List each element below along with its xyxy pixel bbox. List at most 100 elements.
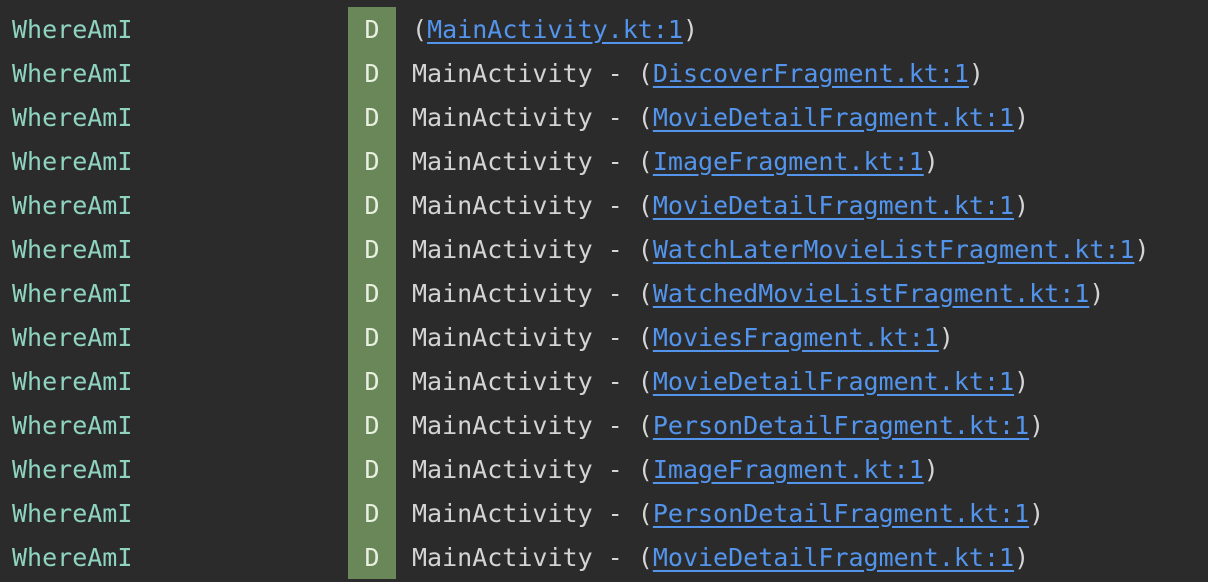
log-message-prefix: MainActivity -: [412, 58, 638, 88]
log-tag: WhereAmI: [12, 14, 133, 44]
log-row: WhereAmI D MainActivity - (MoviesFragmen…: [0, 315, 1208, 359]
log-message-prefix: MainActivity -: [412, 278, 638, 308]
log-message-prefix: MainActivity -: [412, 234, 638, 264]
close-paren: ): [923, 146, 939, 176]
log-tag: WhereAmI: [12, 454, 133, 484]
log-row: WhereAmI D MainActivity - (ImageFragment…: [0, 139, 1208, 183]
log-message-prefix: MainActivity -: [412, 542, 638, 572]
open-paren: (: [637, 542, 653, 572]
log-message-prefix: MainActivity -: [412, 322, 638, 352]
log-message: MainActivity - (MovieDetailFragment.kt:1…: [412, 543, 1029, 572]
log-message: MainActivity - (ImageFragment.kt:1): [412, 455, 939, 484]
log-level-badge: D: [348, 139, 396, 183]
open-paren: (: [637, 146, 653, 176]
close-paren: ): [938, 322, 954, 352]
log-level-badge: D: [348, 51, 396, 95]
log-message: MainActivity - (WatchLaterMovieListFragm…: [412, 235, 1150, 264]
log-level-badge: D: [348, 315, 396, 359]
open-paren: (: [637, 190, 653, 220]
log-message: MainActivity - (DiscoverFragment.kt:1): [412, 59, 984, 88]
close-paren: ): [1029, 410, 1045, 440]
log-tag: WhereAmI: [12, 542, 133, 572]
log-message: (MainActivity.kt:1): [412, 15, 698, 44]
log-message-prefix: MainActivity -: [412, 146, 638, 176]
source-link[interactable]: DiscoverFragment.kt:1: [653, 59, 969, 88]
log-level-badge: D: [348, 447, 396, 491]
source-link[interactable]: MainActivity.kt:1: [427, 15, 683, 44]
log-tag: WhereAmI: [12, 278, 133, 308]
close-paren: ): [1014, 190, 1030, 220]
log-message-prefix: MainActivity -: [412, 102, 638, 132]
source-link[interactable]: ImageFragment.kt:1: [653, 147, 924, 176]
log-level-badge: D: [348, 403, 396, 447]
log-row: WhereAmI D MainActivity - (DiscoverFragm…: [0, 51, 1208, 95]
source-link[interactable]: MovieDetailFragment.kt:1: [653, 103, 1014, 132]
log-message: MainActivity - (MovieDetailFragment.kt:1…: [412, 191, 1029, 220]
log-message: MainActivity - (MoviesFragment.kt:1): [412, 323, 954, 352]
open-paren: (: [637, 234, 653, 264]
open-paren: (: [637, 58, 653, 88]
log-tag: WhereAmI: [12, 498, 133, 528]
open-paren: (: [637, 322, 653, 352]
close-paren: ): [1029, 498, 1045, 528]
log-tag: WhereAmI: [12, 102, 133, 132]
source-link[interactable]: MovieDetailFragment.kt:1: [653, 543, 1014, 572]
log-message: MainActivity - (MovieDetailFragment.kt:1…: [412, 103, 1029, 132]
log-row: WhereAmI D MainActivity - (MovieDetailFr…: [0, 359, 1208, 403]
log-row: WhereAmI D MainActivity - (MovieDetailFr…: [0, 535, 1208, 579]
log-row: WhereAmI D MainActivity - (WatchedMovieL…: [0, 271, 1208, 315]
open-paren: (: [637, 454, 653, 484]
log-level-badge: D: [348, 183, 396, 227]
close-paren: ): [1134, 234, 1150, 264]
source-link[interactable]: ImageFragment.kt:1: [653, 455, 924, 484]
source-link[interactable]: MoviesFragment.kt:1: [653, 323, 939, 352]
log-level-badge: D: [348, 227, 396, 271]
log-tag: WhereAmI: [12, 366, 133, 396]
log-tag: WhereAmI: [12, 58, 133, 88]
log-level-badge: D: [348, 271, 396, 315]
log-row: WhereAmI D MainActivity - (ImageFragment…: [0, 447, 1208, 491]
log-message: MainActivity - (PersonDetailFragment.kt:…: [412, 411, 1044, 440]
open-paren: (: [637, 102, 653, 132]
log-row: WhereAmI D (MainActivity.kt:1): [0, 7, 1208, 51]
open-paren: (: [637, 278, 653, 308]
log-message-prefix: MainActivity -: [412, 410, 638, 440]
log-message-prefix: MainActivity -: [412, 498, 638, 528]
close-paren: ): [1014, 102, 1030, 132]
close-paren: ): [923, 454, 939, 484]
log-level-badge: D: [348, 491, 396, 535]
log-row: WhereAmI D MainActivity - (PersonDetailF…: [0, 403, 1208, 447]
log-level-badge: D: [348, 535, 396, 579]
log-message: MainActivity - (WatchedMovieListFragment…: [412, 279, 1104, 308]
log-row: WhereAmI D MainActivity - (WatchLaterMov…: [0, 227, 1208, 271]
log-tag: WhereAmI: [12, 234, 133, 264]
open-paren: (: [637, 366, 653, 396]
source-link[interactable]: WatchedMovieListFragment.kt:1: [653, 279, 1090, 308]
source-link[interactable]: MovieDetailFragment.kt:1: [653, 191, 1014, 220]
logcat-panel: WhereAmI D (MainActivity.kt:1) WhereAmI …: [0, 0, 1208, 582]
source-link[interactable]: WatchLaterMovieListFragment.kt:1: [653, 235, 1135, 264]
source-link[interactable]: PersonDetailFragment.kt:1: [653, 411, 1029, 440]
open-paren: (: [412, 14, 428, 44]
close-paren: ): [1089, 278, 1105, 308]
log-level-badge: D: [348, 359, 396, 403]
log-row: WhereAmI D MainActivity - (PersonDetailF…: [0, 491, 1208, 535]
log-message-prefix: MainActivity -: [412, 454, 638, 484]
log-message-prefix: MainActivity -: [412, 190, 638, 220]
open-paren: (: [637, 410, 653, 440]
log-tag: WhereAmI: [12, 146, 133, 176]
open-paren: (: [637, 498, 653, 528]
log-tag: WhereAmI: [12, 190, 133, 220]
source-link[interactable]: MovieDetailFragment.kt:1: [653, 367, 1014, 396]
log-row: WhereAmI D MainActivity - (MovieDetailFr…: [0, 183, 1208, 227]
source-link[interactable]: PersonDetailFragment.kt:1: [653, 499, 1029, 528]
log-message: MainActivity - (ImageFragment.kt:1): [412, 147, 939, 176]
close-paren: ): [1014, 366, 1030, 396]
log-message: MainActivity - (PersonDetailFragment.kt:…: [412, 499, 1044, 528]
log-level-badge: D: [348, 95, 396, 139]
close-paren: ): [968, 58, 984, 88]
close-paren: ): [1014, 542, 1030, 572]
log-level-badge: D: [348, 7, 396, 51]
log-row: WhereAmI D MainActivity - (MovieDetailFr…: [0, 95, 1208, 139]
close-paren: ): [682, 14, 698, 44]
